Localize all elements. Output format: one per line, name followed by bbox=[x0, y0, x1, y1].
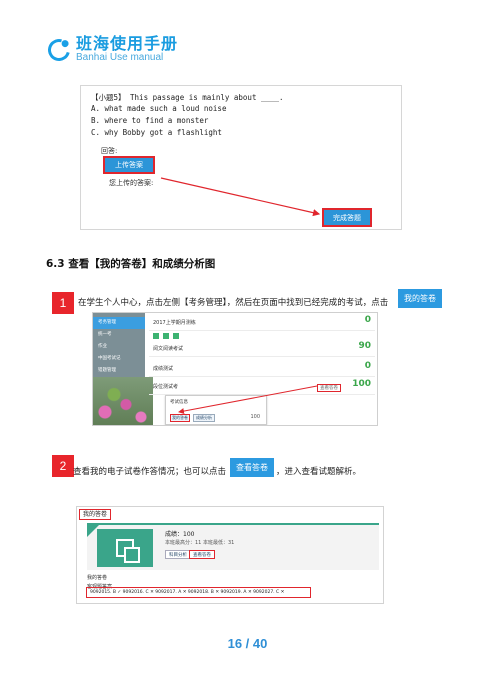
step-2-text-after: ，进入查看试题解析。 bbox=[276, 467, 362, 477]
logo-icon bbox=[43, 34, 75, 66]
logo-title: 班海使用手册 bbox=[76, 34, 179, 53]
section-title: 6.3 查看【我的答卷】和成绩分析图 bbox=[46, 258, 216, 270]
arrow-annotation bbox=[178, 385, 318, 415]
view-answers-button[interactable]: 查看答卷 bbox=[189, 550, 215, 559]
subject-analysis-button[interactable]: 科目分析 bbox=[165, 550, 191, 559]
brand-logo: 班海使用手册 Banhai Use manual bbox=[43, 34, 179, 66]
score-text: 成绩：100 bbox=[165, 531, 195, 538]
arrow-annotation bbox=[160, 177, 321, 217]
step-1-text: 在学生个人中心，点击左侧【考务管理】，然后在页面中找到已经完成的考试，点击 bbox=[78, 298, 389, 308]
step-2-text-before: 查看我的电子试卷作答情况；也可以点击 bbox=[73, 467, 227, 477]
score-stats: 本班最高分：11 本班最低：31 bbox=[165, 540, 235, 546]
question-screenshot: 【小题5】 This passage is mainly about ____.… bbox=[80, 85, 402, 230]
logo-subtitle: Banhai Use manual bbox=[76, 52, 164, 63]
paper-icon bbox=[97, 529, 153, 567]
step-1-badge: 1 bbox=[52, 292, 74, 314]
answer-list: 9092015. B ✓ 9092016. C ✕ 9092017. A ✕ 9… bbox=[86, 587, 311, 598]
page-number: 16 / 40 bbox=[227, 636, 268, 651]
view-answer-sheet-button[interactable]: 查看答卷 bbox=[230, 458, 274, 477]
exam-list-screenshot: 考务管理 统一考 作业 中国考试记 错题管理 2017上学期月测练 0 阅文阅读… bbox=[92, 312, 378, 426]
my-answer-sheet-button[interactable]: 我的答卷 bbox=[398, 289, 442, 308]
my-answers-heading: 我的答卷 bbox=[87, 575, 108, 581]
step-2-badge: 2 bbox=[52, 455, 74, 477]
sheet-title: 我的答卷 bbox=[79, 509, 112, 520]
